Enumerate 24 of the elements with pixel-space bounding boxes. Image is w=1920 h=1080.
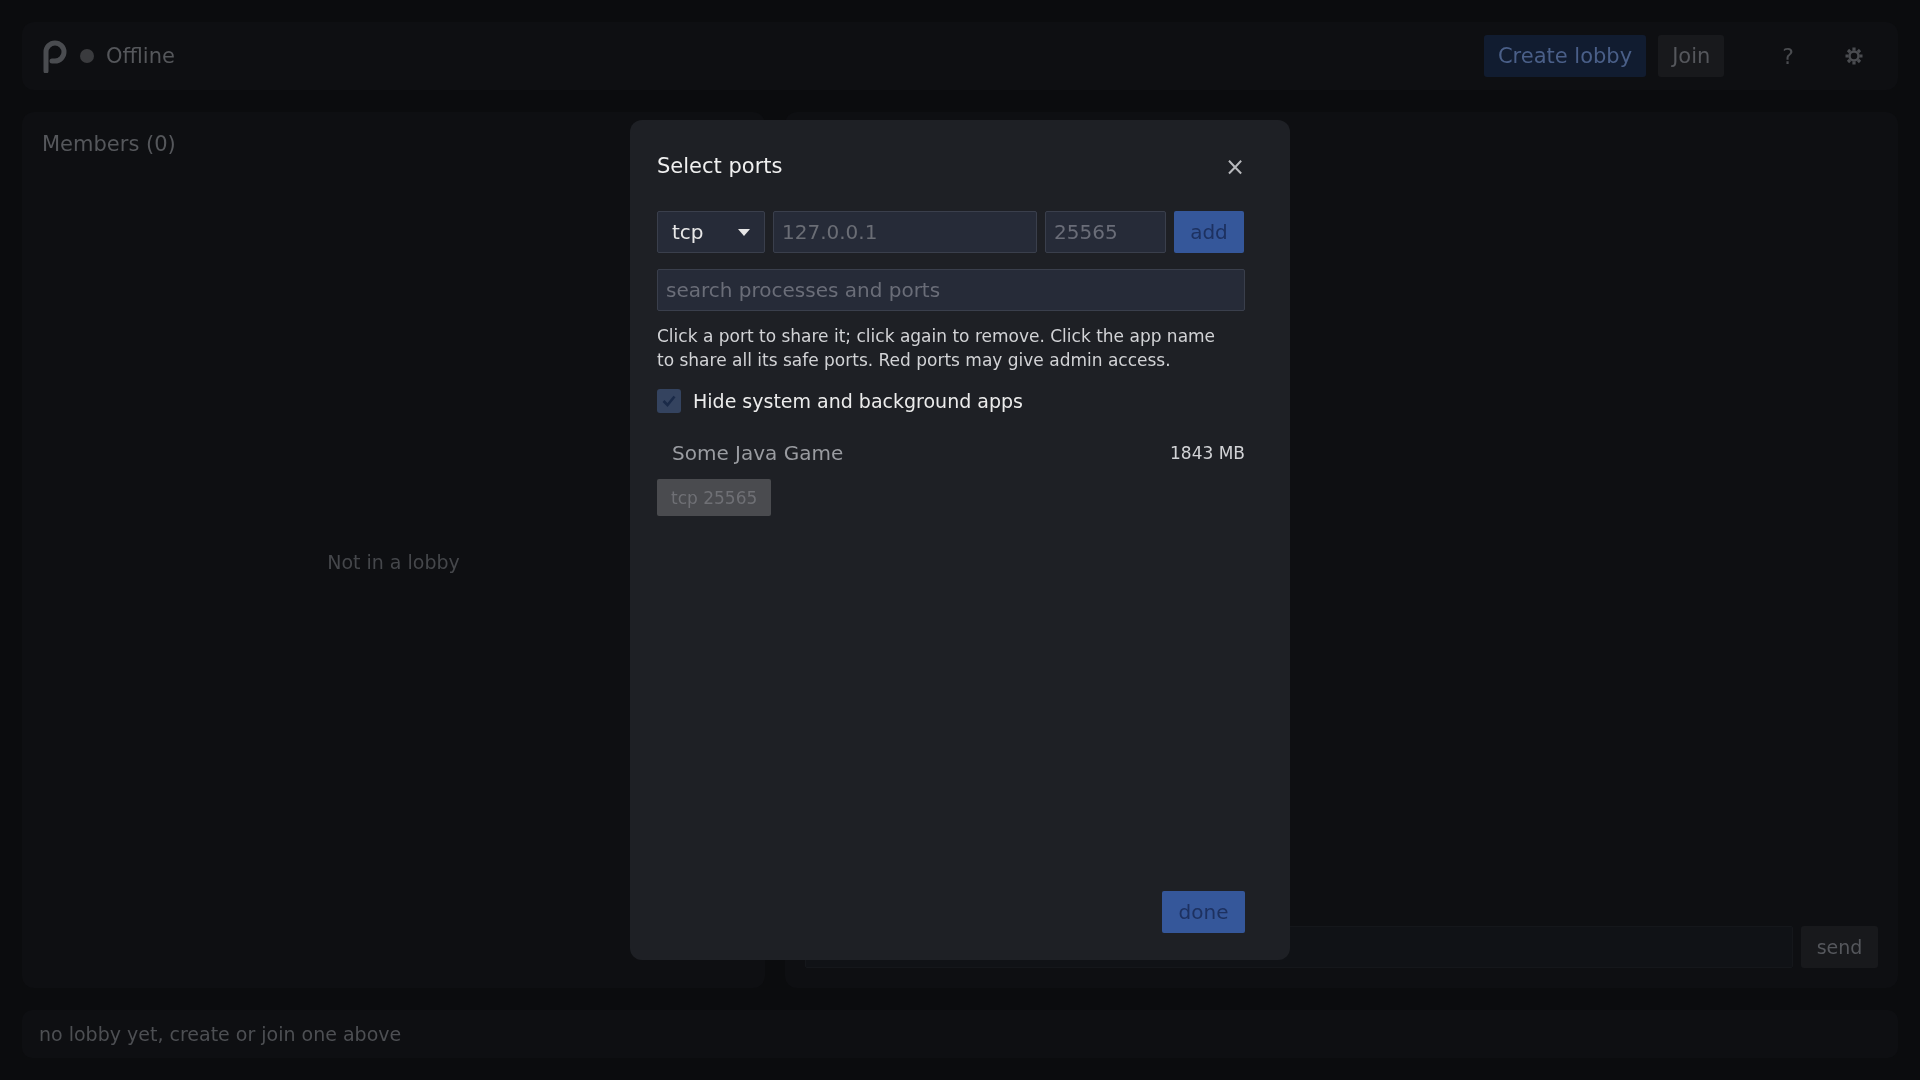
- protocol-dropdown[interactable]: tcp: [657, 211, 765, 253]
- panel-title: Members (0): [42, 132, 176, 156]
- app-name[interactable]: Some Java Game: [672, 441, 844, 465]
- join-button[interactable]: Join: [1658, 35, 1725, 77]
- address-field[interactable]: 127.0.0.1: [773, 211, 1037, 253]
- logo-icon: [42, 39, 68, 73]
- port-field[interactable]: 25565: [1045, 211, 1166, 253]
- done-button[interactable]: done: [1162, 891, 1245, 933]
- help-text: Click a port to share it; click again to remove. Click the app name to share all its safe ports. Red ports may give admin access.: [657, 325, 1217, 372]
- caret-icon: [738, 228, 750, 236]
- checkbox[interactable]: [657, 389, 681, 413]
- status-label: Offline: [106, 44, 175, 68]
- send-button[interactable]: send: [1801, 926, 1878, 968]
- check-icon: [662, 395, 676, 407]
- empty-message: Not in a lobby: [327, 551, 460, 573]
- add-button[interactable]: add: [1174, 211, 1244, 253]
- search-field[interactable]: search processes and ports: [657, 269, 1245, 311]
- create-lobby-button[interactable]: Create lobby: [1483, 35, 1647, 77]
- status-text: no lobby yet, create or join one above: [39, 1023, 402, 1045]
- checkbox-label: Hide system and background apps: [693, 390, 1023, 412]
- help-button[interactable]: ?: [1770, 41, 1806, 71]
- dialog-title: Select ports: [657, 154, 783, 178]
- close-button[interactable]: ×: [1218, 153, 1251, 181]
- memory-usage: 1843 MB: [1170, 443, 1245, 463]
